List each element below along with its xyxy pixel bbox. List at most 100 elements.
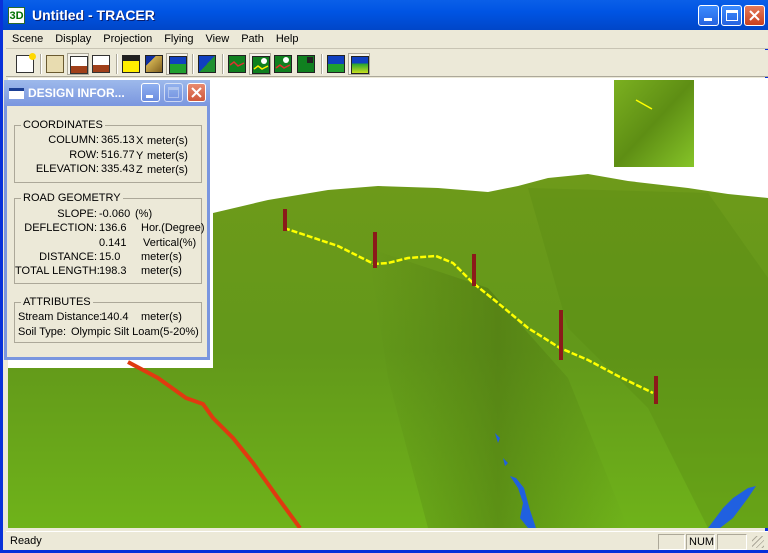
mountains-icon <box>169 56 187 74</box>
stream-distance-label: Stream Distance: <box>18 311 103 323</box>
path-line-icon <box>228 55 246 73</box>
resize-grip-icon[interactable] <box>752 536 764 548</box>
coordinates-group-label: COORDINATES <box>21 119 105 131</box>
slope-value: -0.060 <box>99 208 131 220</box>
camera-view-button[interactable] <box>44 53 66 75</box>
deflection-label: DEFLECTION: <box>24 222 97 234</box>
camera-terrain-alt-icon <box>92 55 110 73</box>
menu-path[interactable]: Path <box>235 30 270 49</box>
elevation-unit: meter(s) <box>147 164 188 176</box>
profile-icon <box>327 55 345 73</box>
dialog-window-icon <box>9 88 24 99</box>
toolbar-separator <box>40 54 42 74</box>
stream-distance-unit: meter(s) <box>141 311 182 323</box>
row-unit: meter(s) <box>147 150 188 162</box>
menu-display[interactable]: Display <box>49 30 97 49</box>
elevation-value: 335.43 <box>101 163 135 175</box>
attributes-group: ATTRIBUTES Stream Distance: 140.4 meter(… <box>14 296 202 343</box>
status-panel-num: NUM <box>686 534 715 550</box>
road-stake <box>472 254 476 286</box>
road-stake <box>283 209 287 231</box>
toolbar-separator <box>192 54 194 74</box>
row-axis: Y <box>136 150 144 162</box>
status-text: Ready <box>10 535 42 547</box>
dialog-maximize-button <box>164 83 183 102</box>
flyover-icon <box>351 56 369 74</box>
status-panel-caps <box>658 534 685 550</box>
terrain-shaded-icon <box>145 55 163 73</box>
minimize-icon <box>146 95 153 98</box>
dialog-title: DESIGN INFOR... <box>28 86 125 100</box>
menu-flying[interactable]: Flying <box>158 30 199 49</box>
dialog-title-bar[interactable]: DESIGN INFOR... <box>4 80 210 106</box>
column-unit: meter(s) <box>147 135 188 147</box>
elevation-axis: Z <box>136 164 143 176</box>
menu-projection[interactable]: Projection <box>97 30 158 49</box>
road-stake <box>373 232 377 268</box>
camera-terrain-icon <box>70 56 88 74</box>
menu-help[interactable]: Help <box>270 30 305 49</box>
toolbar-separator <box>222 54 224 74</box>
road-geometry-group: ROAD GEOMETRY SLOPE: -0.060 (%) DEFLECTI… <box>14 192 205 284</box>
deflection-hor-value: 136.6 <box>99 222 127 234</box>
dialog-close-button[interactable] <box>187 83 206 102</box>
coordinates-group: COORDINATES COLUMN: 365.13 X meter(s) RO… <box>14 119 202 183</box>
app-3d-icon: 3D <box>8 7 25 24</box>
row-value: 516.77 <box>101 149 135 161</box>
column-value: 365.13 <box>101 134 135 146</box>
minimize-button[interactable] <box>698 5 719 26</box>
menu-view[interactable]: View <box>200 30 236 49</box>
buildings-button[interactable] <box>120 53 142 75</box>
road-stake <box>559 310 563 360</box>
window-title: Untitled - TRACER <box>32 7 155 23</box>
new-scene-button[interactable] <box>14 53 36 75</box>
road-geometry-group-label: ROAD GEOMETRY <box>21 192 123 204</box>
path-save-button[interactable] <box>295 53 317 75</box>
deflection-hor-unit: Hor.(Degree) <box>141 222 205 234</box>
total-length-value: 198.3 <box>99 265 127 277</box>
path-sun-alt-icon <box>274 55 292 73</box>
map-overlay-icon <box>198 55 216 73</box>
row-label: ROW: <box>69 149 99 161</box>
overview-map[interactable] <box>614 80 694 167</box>
maximize-button[interactable] <box>721 5 742 26</box>
toolbar <box>6 50 768 77</box>
title-bar[interactable]: 3D Untitled - TRACER <box>3 0 768 30</box>
elevation-label: ELEVATION: <box>35 163 99 175</box>
deflection-vert-value: 0.141 <box>99 237 127 249</box>
soil-type-value: Olympic Silt Loam(5-20%) <box>71 326 199 338</box>
column-axis: X <box>136 135 144 147</box>
road-stake <box>654 376 658 404</box>
attributes-group-label: ATTRIBUTES <box>21 296 93 308</box>
path-line-button[interactable] <box>226 53 248 75</box>
map-overlay-button[interactable] <box>196 53 218 75</box>
close-button[interactable] <box>744 5 765 26</box>
toolbar-separator <box>321 54 323 74</box>
close-icon <box>191 87 202 98</box>
deflection-vert-unit: Vertical(%) <box>143 237 197 249</box>
toolbar-separator <box>116 54 118 74</box>
new-scene-icon <box>16 53 36 73</box>
flyover-button[interactable] <box>348 53 370 75</box>
distance-unit: meter(s) <box>141 251 182 263</box>
distance-label: DISTANCE: <box>39 251 97 263</box>
column-label: COLUMN: <box>48 134 99 146</box>
camera-terrain-alt-button[interactable] <box>90 53 112 75</box>
status-panel-scrl <box>717 534 747 550</box>
path-sun-alt-button[interactable] <box>272 53 294 75</box>
total-length-unit: meter(s) <box>141 265 182 277</box>
minimize-icon <box>704 18 712 21</box>
total-length-label: TOTAL LENGTH: <box>15 265 100 277</box>
distance-value: 15.0 <box>99 251 121 263</box>
path-save-icon <box>297 55 315 73</box>
buildings-icon <box>122 55 140 73</box>
mountains-button[interactable] <box>166 53 188 75</box>
dialog-minimize-button[interactable] <box>141 83 160 102</box>
path-sun-button[interactable] <box>249 53 271 75</box>
camera-terrain-button[interactable] <box>67 53 89 75</box>
design-information-dialog: DESIGN INFOR... COORDINATES COLUMN: 365.… <box>4 80 210 360</box>
camera-view-icon <box>46 55 64 73</box>
terrain-shaded-button[interactable] <box>143 53 165 75</box>
menu-scene[interactable]: Scene <box>6 30 49 49</box>
profile-button[interactable] <box>325 53 347 75</box>
